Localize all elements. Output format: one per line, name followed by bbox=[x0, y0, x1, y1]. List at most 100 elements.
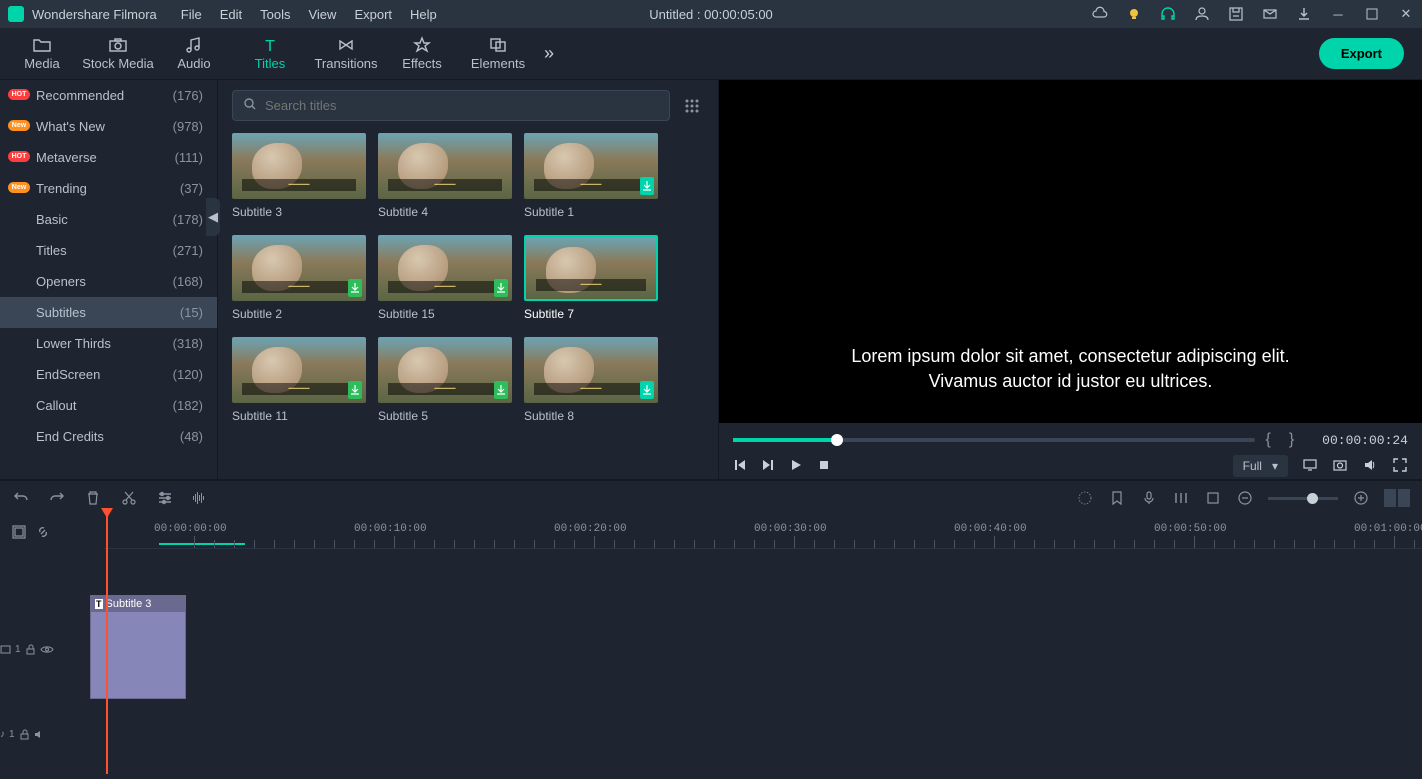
sidebar-item-metaverse[interactable]: HOTMetaverse(111) bbox=[0, 142, 217, 173]
sidebar-label: Metaverse bbox=[36, 150, 97, 165]
redo-icon[interactable] bbox=[48, 489, 66, 507]
menu-export[interactable]: Export bbox=[354, 7, 392, 22]
search-input[interactable] bbox=[265, 98, 659, 113]
tab-media[interactable]: Media bbox=[4, 32, 80, 75]
render-icon[interactable] bbox=[1076, 489, 1094, 507]
maximize-icon[interactable] bbox=[1364, 6, 1380, 22]
layout-toggle[interactable] bbox=[1384, 489, 1410, 507]
grid-view-icon[interactable] bbox=[680, 94, 704, 118]
quality-selector[interactable]: Full▾ bbox=[1233, 455, 1288, 477]
lightbulb-icon[interactable] bbox=[1126, 6, 1142, 22]
text-type-icon: T bbox=[95, 599, 103, 609]
thumbnail-label: Subtitle 1 bbox=[524, 205, 658, 219]
cloud-icon[interactable] bbox=[1092, 6, 1108, 22]
settings-icon[interactable] bbox=[156, 489, 174, 507]
delete-icon[interactable] bbox=[84, 489, 102, 507]
thumbnail-subtitle-15[interactable]: ━━━━━━━Subtitle 15 bbox=[378, 235, 512, 321]
mixer-icon[interactable] bbox=[1172, 489, 1190, 507]
close-icon[interactable]: ✕ bbox=[1398, 6, 1414, 22]
sidebar-item-lower-thirds[interactable]: Lower Thirds(318) bbox=[0, 328, 217, 359]
timeline-tracks[interactable]: 1 ♪1 T Subtitle 3 bbox=[52, 549, 1422, 749]
zoom-out-icon[interactable] bbox=[1236, 489, 1254, 507]
snapshot-icon[interactable] bbox=[1332, 457, 1348, 476]
thumbnail-subtitle-5[interactable]: ━━━━━━━Subtitle 5 bbox=[378, 337, 512, 423]
menu-tools[interactable]: Tools bbox=[260, 7, 290, 22]
sidebar-item-what-s-new[interactable]: NewWhat's New(978) bbox=[0, 111, 217, 142]
save-icon[interactable] bbox=[1228, 6, 1244, 22]
thumbnail-subtitle-11[interactable]: ━━━━━━━Subtitle 11 bbox=[232, 337, 366, 423]
tab-stock-media[interactable]: Stock Media bbox=[80, 32, 156, 75]
menu-edit[interactable]: Edit bbox=[220, 7, 242, 22]
sidebar-item-basic[interactable]: Basic(178) bbox=[0, 204, 217, 235]
prev-frame-icon[interactable] bbox=[733, 458, 747, 475]
cut-icon[interactable] bbox=[120, 489, 138, 507]
undo-icon[interactable] bbox=[12, 489, 30, 507]
link-icon[interactable] bbox=[34, 523, 52, 541]
zoom-slider[interactable] bbox=[1268, 497, 1338, 500]
sidebar-item-endscreen[interactable]: EndScreen(120) bbox=[0, 359, 217, 390]
ruler-mark: 00:00:10:00 bbox=[354, 523, 427, 535]
headphones-icon[interactable] bbox=[1160, 6, 1176, 22]
audio-track-label[interactable]: ♪1 bbox=[0, 729, 46, 740]
menu-file[interactable]: File bbox=[181, 7, 202, 22]
export-button[interactable]: Export bbox=[1319, 38, 1404, 69]
speaker-icon[interactable] bbox=[34, 729, 46, 740]
timeline-clip[interactable]: T Subtitle 3 bbox=[90, 595, 186, 699]
thumbnail-subtitle-1[interactable]: ━━━━━━━Subtitle 1 bbox=[524, 133, 658, 219]
menu-view[interactable]: View bbox=[308, 7, 336, 22]
minimize-icon[interactable]: ─ bbox=[1330, 6, 1346, 22]
sidebar-item-openers[interactable]: Openers(168) bbox=[0, 266, 217, 297]
play-icon[interactable] bbox=[789, 458, 803, 475]
menu-help[interactable]: Help bbox=[410, 7, 437, 22]
playhead[interactable] bbox=[106, 514, 108, 774]
tab-titles[interactable]: TTitles bbox=[232, 32, 308, 75]
download-badge-icon bbox=[640, 177, 654, 195]
audio-wave-icon[interactable] bbox=[192, 489, 210, 507]
mark-in-out-icon[interactable]: {} bbox=[1265, 431, 1312, 449]
user-icon[interactable] bbox=[1194, 6, 1210, 22]
more-tabs-icon[interactable]: » bbox=[544, 43, 574, 64]
sidebar-item-titles[interactable]: Titles(271) bbox=[0, 235, 217, 266]
voiceover-icon[interactable] bbox=[1140, 489, 1158, 507]
thumbnail-subtitle-3[interactable]: ━━━━━━━Subtitle 3 bbox=[232, 133, 366, 219]
tab-audio[interactable]: Audio bbox=[156, 32, 232, 75]
eye-icon[interactable] bbox=[40, 644, 54, 655]
progress-bar[interactable] bbox=[733, 438, 1255, 442]
thumbnail-subtitle-7[interactable]: ━━━━━━━Subtitle 7 bbox=[524, 235, 658, 321]
sidebar-item-recommended[interactable]: HOTRecommended(176) bbox=[0, 80, 217, 111]
next-frame-icon[interactable] bbox=[761, 458, 775, 475]
download-icon[interactable] bbox=[1296, 6, 1312, 22]
thumbnail-subtitle-2[interactable]: ━━━━━━━Subtitle 2 bbox=[232, 235, 366, 321]
display-icon[interactable] bbox=[1302, 457, 1318, 476]
sidebar-item-end-credits[interactable]: End Credits(48) bbox=[0, 421, 217, 452]
sidebar-item-callout[interactable]: Callout(182) bbox=[0, 390, 217, 421]
tab-effects[interactable]: Effects bbox=[384, 32, 460, 75]
marker-icon[interactable] bbox=[1108, 489, 1126, 507]
fit-icon[interactable] bbox=[10, 523, 28, 541]
lock-icon[interactable] bbox=[19, 729, 30, 740]
search-box[interactable] bbox=[232, 90, 670, 121]
zoom-in-icon[interactable] bbox=[1352, 489, 1370, 507]
hot-badge: HOT bbox=[8, 151, 30, 162]
ruler-mark: 00:00:40:00 bbox=[954, 523, 1027, 535]
sidebar-item-trending[interactable]: NewTrending(37) bbox=[0, 173, 217, 204]
thumbnail-subtitle-4[interactable]: ━━━━━━━Subtitle 4 bbox=[378, 133, 512, 219]
video-track-label[interactable]: 1 bbox=[0, 644, 54, 655]
preview-video[interactable]: Lorem ipsum dolor sit amet, consectetur … bbox=[719, 80, 1422, 422]
stop-icon[interactable] bbox=[817, 458, 831, 475]
sidebar-collapse-icon[interactable]: ◀ bbox=[206, 198, 220, 236]
sidebar-item-subtitles[interactable]: Subtitles(15) bbox=[0, 297, 217, 328]
volume-icon[interactable] bbox=[1362, 457, 1378, 476]
timeline-ruler[interactable]: 00:00:00:0000:00:10:0000:00:20:0000:00:3… bbox=[104, 515, 1422, 549]
mail-icon[interactable] bbox=[1262, 6, 1278, 22]
thumbnail-label: Subtitle 8 bbox=[524, 409, 658, 423]
thumbnail-subtitle-8[interactable]: ━━━━━━━Subtitle 8 bbox=[524, 337, 658, 423]
zoom-thumb-icon[interactable] bbox=[1307, 493, 1318, 504]
progress-thumb-icon[interactable] bbox=[831, 434, 843, 446]
tab-elements[interactable]: Elements bbox=[460, 32, 536, 75]
tab-transitions[interactable]: Transitions bbox=[308, 32, 384, 75]
download-badge-icon bbox=[640, 381, 654, 399]
crop-icon[interactable] bbox=[1204, 489, 1222, 507]
lock-icon[interactable] bbox=[25, 644, 36, 655]
fullscreen-icon[interactable] bbox=[1392, 457, 1408, 476]
